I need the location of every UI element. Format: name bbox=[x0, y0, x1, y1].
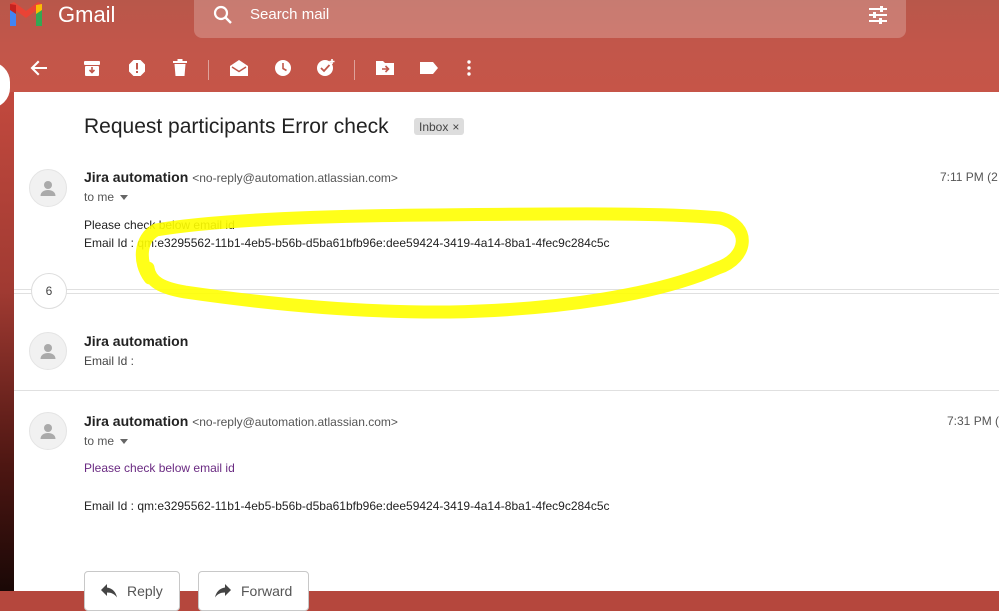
person-icon bbox=[40, 344, 56, 359]
message-sender[interactable]: Jira automation <no-reply@automation.atla… bbox=[84, 413, 398, 429]
sender-address: <no-reply@automation.atlassian.com> bbox=[192, 171, 398, 185]
collapsed-messages-divider bbox=[14, 293, 999, 294]
person-icon bbox=[40, 181, 56, 196]
label-icon[interactable] bbox=[419, 58, 439, 78]
message-body-line: Email Id : qm:e3295562-11b1-4eb5-b56b-d5… bbox=[84, 236, 610, 250]
reply-button[interactable]: Reply bbox=[84, 571, 180, 611]
avatar bbox=[29, 332, 67, 370]
message-sender[interactable]: Jira automation <no-reply@automation.atla… bbox=[84, 169, 398, 185]
chevron-down-icon[interactable] bbox=[120, 194, 129, 200]
message-body-line: Please check below email id bbox=[84, 461, 235, 475]
collapsed-messages-divider bbox=[14, 289, 999, 290]
avatar bbox=[29, 169, 67, 207]
search-options-icon[interactable] bbox=[868, 6, 888, 24]
add-to-tasks-icon[interactable] bbox=[316, 58, 336, 78]
inbox-label-text: Inbox bbox=[419, 119, 449, 134]
message-body-line: Please check below email id bbox=[84, 218, 235, 232]
forward-label: Forward bbox=[241, 583, 293, 599]
remove-label-icon[interactable]: × bbox=[452, 120, 459, 134]
person-icon bbox=[40, 424, 56, 439]
background-left-strip bbox=[0, 92, 14, 591]
mark-unread-icon[interactable] bbox=[229, 58, 249, 78]
sender-name: Jira automation bbox=[84, 333, 189, 349]
gmail-m-icon bbox=[10, 2, 42, 26]
reply-label: Reply bbox=[127, 583, 163, 599]
more-options-icon[interactable] bbox=[459, 58, 479, 78]
delete-icon[interactable] bbox=[170, 58, 190, 78]
email-subject: Request participants Error check bbox=[84, 115, 389, 138]
gmail-logo[interactable]: Gmail bbox=[8, 2, 115, 28]
message-sender[interactable]: Jira automation bbox=[84, 333, 188, 349]
toolbar bbox=[0, 44, 999, 92]
recipient-details[interactable]: to me bbox=[84, 190, 129, 204]
search-icon[interactable] bbox=[213, 5, 233, 25]
sender-name: Jira automation bbox=[84, 169, 189, 185]
recipient-text: to me bbox=[84, 190, 115, 204]
archive-icon[interactable] bbox=[82, 58, 102, 78]
email-thread-panel: Request participants Error check Inbox ×… bbox=[14, 92, 999, 611]
sender-address: <no-reply@automation.atlassian.com> bbox=[192, 415, 398, 429]
toolbar-separator bbox=[354, 60, 355, 80]
chevron-down-icon[interactable] bbox=[120, 438, 129, 444]
report-spam-icon[interactable] bbox=[127, 58, 147, 78]
search-bar[interactable]: Search mail bbox=[194, 0, 906, 38]
app-name: Gmail bbox=[58, 2, 116, 27]
forward-button[interactable]: Forward bbox=[198, 571, 310, 611]
back-icon[interactable] bbox=[29, 58, 49, 78]
snooze-icon[interactable] bbox=[273, 58, 293, 78]
collapsed-messages-count[interactable]: 6 bbox=[31, 273, 67, 309]
avatar bbox=[29, 412, 67, 450]
message-snippet: Email Id : bbox=[84, 354, 135, 368]
message-time: 7:11 PM (2 bbox=[940, 170, 998, 184]
top-bar: Gmail Search mail bbox=[0, 0, 999, 44]
inbox-label-badge[interactable]: Inbox × bbox=[414, 118, 465, 135]
search-input[interactable]: Search mail bbox=[250, 6, 329, 23]
message-time: 7:31 PM ( bbox=[947, 414, 999, 428]
recipient-details[interactable]: to me bbox=[84, 434, 129, 448]
forward-icon bbox=[215, 584, 231, 598]
recipient-text: to me bbox=[84, 434, 115, 448]
move-to-icon[interactable] bbox=[375, 58, 395, 78]
sender-name: Jira automation bbox=[84, 413, 189, 429]
message-divider bbox=[14, 390, 999, 391]
toolbar-separator bbox=[208, 60, 209, 80]
reply-icon bbox=[101, 584, 117, 598]
message-body-line: Email Id : qm:e3295562-11b1-4eb5-b56b-d5… bbox=[84, 499, 610, 513]
